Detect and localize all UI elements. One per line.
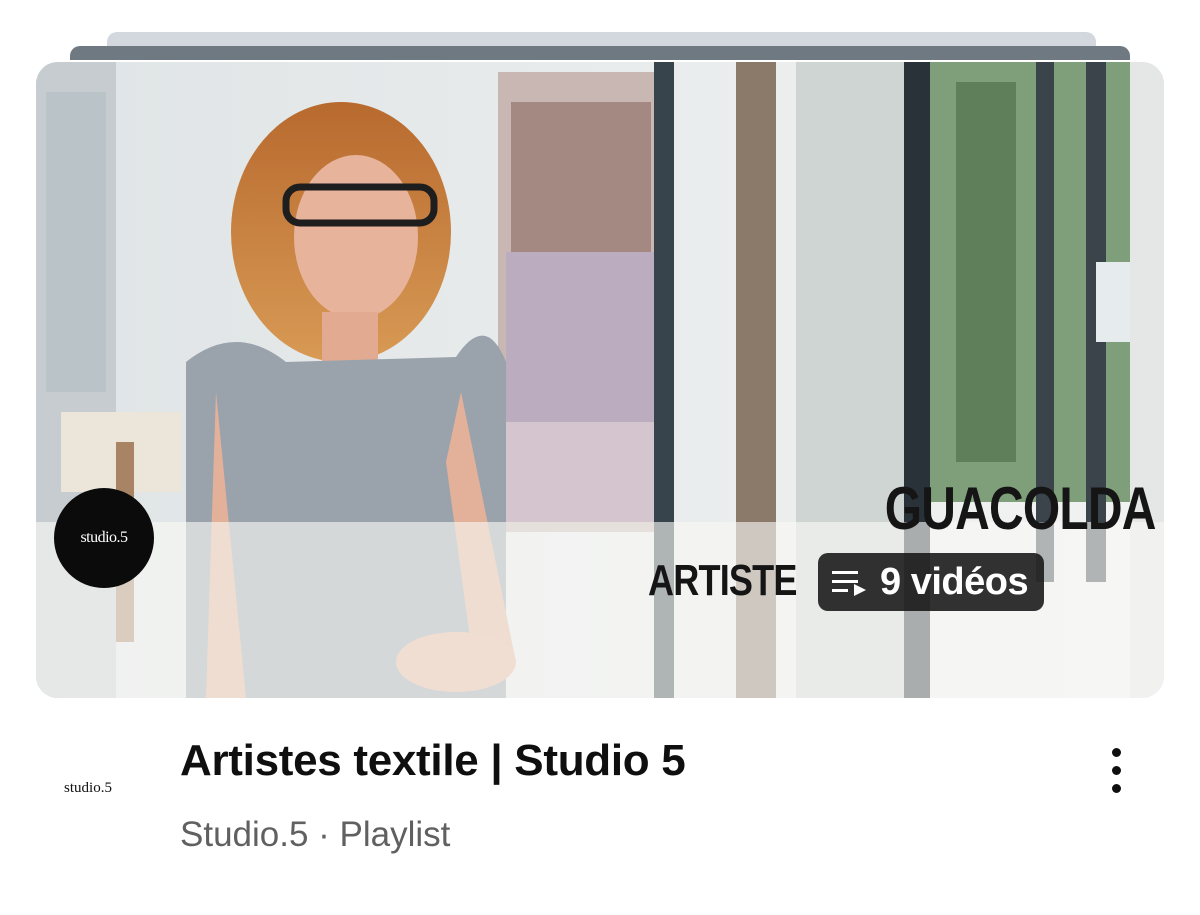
channel-avatar[interactable]: studio.5 [40,740,136,836]
studio-logo-text: studio.5 [80,529,128,546]
playlist-meta: Studio.5 · Playlist [180,815,450,855]
kebab-dot [1111,765,1121,775]
playlist-title[interactable]: Artistes textile | Studio 5 [180,736,686,786]
channel-avatar-text: studio.5 [64,779,112,796]
playlist-type-label: Playlist [339,815,451,854]
playlist-stack-middle [70,46,1130,60]
channel-name[interactable]: Studio.5 [180,815,308,854]
thumbnail-overlay-title: GUACOLDA [885,475,1157,542]
thumbnail-overlay-subtitle: ARTISTE [648,556,797,605]
kebab-dot [1111,783,1121,793]
kebab-menu-icon[interactable] [1096,740,1136,800]
meta-separator: · [308,815,340,854]
video-count-text: 9 vidéos [880,560,1029,603]
playlist-icon [832,571,866,596]
kebab-dot [1111,747,1121,757]
studio-logo: studio.5 [54,488,154,588]
video-count-badge[interactable]: 9 vidéos [818,553,1045,611]
